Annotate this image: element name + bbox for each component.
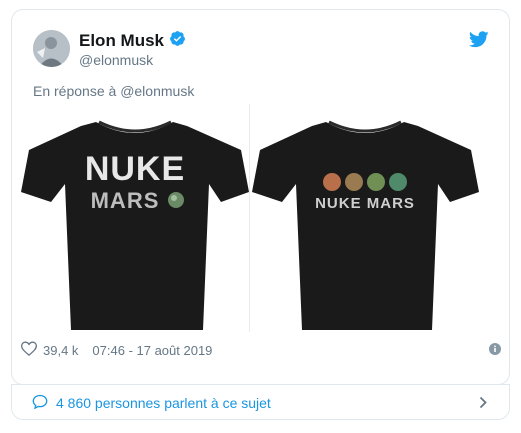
tweet-meta: 39,4 k 07:46 - 17 août 2019 (20, 341, 212, 359)
chevron-right-icon[interactable] (479, 396, 487, 414)
shirt-text-mars: MARS (91, 188, 160, 213)
shirt-text-nuke: NUKE (85, 150, 185, 188)
media-image-front[interactable]: NUKE MARS (21, 104, 249, 332)
info-icon[interactable] (489, 342, 501, 360)
tweet-media[interactable]: NUKE MARS NUKE MARS (21, 104, 479, 332)
reply-context: En réponse à @elonmusk (33, 83, 194, 99)
twitter-bird-icon[interactable] (468, 31, 489, 53)
author-handle[interactable]: @elonmusk (79, 52, 153, 68)
shirt-text-nuke-mars: NUKE MARS (315, 195, 415, 212)
verified-badge-icon (169, 30, 186, 52)
people-talking-bar[interactable]: 4 860 personnes parlent à ce sujet (11, 385, 510, 420)
like-count[interactable]: 39,4 k (43, 343, 78, 358)
reply-to-link[interactable]: @elonmusk (120, 83, 194, 99)
avatar[interactable] (33, 30, 70, 67)
speech-bubble-icon (32, 394, 48, 412)
heart-icon[interactable] (20, 341, 38, 359)
reply-prefix: En réponse à (33, 83, 117, 99)
tweet-timestamp[interactable]: 07:46 - 17 août 2019 (92, 343, 212, 358)
author-name[interactable]: Elon Musk (79, 31, 164, 51)
media-image-back[interactable]: NUKE MARS (252, 104, 479, 332)
people-talking-text[interactable]: 4 860 personnes parlent à ce sujet (56, 395, 271, 411)
